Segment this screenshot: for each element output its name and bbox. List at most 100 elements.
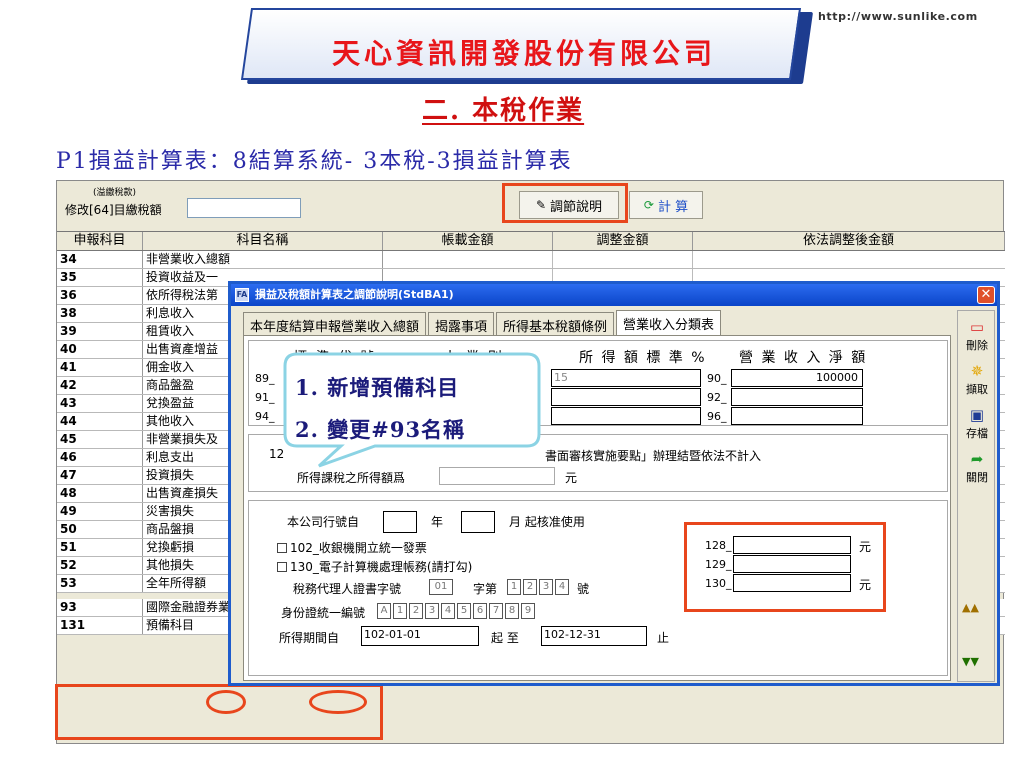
- row-code[interactable]: 34: [57, 251, 143, 268]
- change-callout: 1. 新增預備科目 2. 變更#93名稱: [283, 352, 541, 470]
- callout-line-1: 1. 新增預備科目: [295, 375, 460, 400]
- period-end-label: 止: [657, 631, 670, 645]
- period-from-field[interactable]: 102-01-01: [361, 626, 479, 646]
- exit-icon: ➦: [970, 450, 984, 468]
- code-89-label: 89_: [255, 372, 275, 385]
- period-to-field[interactable]: 102-12-31: [541, 626, 647, 646]
- row-code[interactable]: 42: [57, 377, 143, 394]
- row-code[interactable]: 51: [57, 539, 143, 556]
- net-revenue-field-3[interactable]: [731, 407, 863, 425]
- rate-field-2[interactable]: [551, 388, 701, 406]
- row-code[interactable]: 40: [57, 341, 143, 358]
- row-code[interactable]: 43: [57, 395, 143, 412]
- row-code[interactable]: 53: [57, 575, 143, 592]
- checkbox-102[interactable]: 102_收銀機開立統一發票: [277, 539, 427, 556]
- id-char-box[interactable]: 7: [489, 603, 503, 619]
- row-code[interactable]: 50: [57, 521, 143, 538]
- col-header-final-amount[interactable]: 依法調整後金額: [693, 232, 1005, 250]
- net-revenue-field-2[interactable]: [731, 388, 863, 406]
- company-banner: 天心資訊開發股份有限公司: [240, 8, 816, 86]
- g2-unit: 元: [565, 471, 578, 485]
- col-header-adjust-amount[interactable]: 調整金額: [553, 232, 693, 250]
- rate-field-1[interactable]: 15: [551, 369, 701, 387]
- id-char-box[interactable]: 6: [473, 603, 487, 619]
- id-char-box[interactable]: 5: [457, 603, 471, 619]
- row-code[interactable]: 131: [57, 617, 143, 634]
- id-char-box[interactable]: 9: [521, 603, 535, 619]
- close-icon[interactable]: ✕: [977, 286, 995, 304]
- delete-button[interactable]: ▭ 刪除: [960, 317, 994, 357]
- site-url: http://www.sunlike.com: [818, 10, 978, 23]
- agent-prefix-field[interactable]: 01: [429, 579, 453, 595]
- row-code[interactable]: 52: [57, 557, 143, 574]
- row-code[interactable]: 48: [57, 485, 143, 502]
- header-rate: 所 得 額 標 準 %: [579, 350, 707, 366]
- dialog-title: 損益及稅額計算表之調節說明(StdBA1): [255, 288, 454, 301]
- id-char-box[interactable]: 4: [441, 603, 455, 619]
- agent-label: 稅務代理人證書字號: [293, 582, 402, 596]
- fetch-button[interactable]: ✵ 擷取: [960, 361, 994, 401]
- nav-down-buttons[interactable]: ▼▼: [962, 655, 992, 673]
- delete-icon: ▭: [969, 318, 985, 336]
- id-char-box[interactable]: 3: [425, 603, 439, 619]
- col-header-book-amount[interactable]: 帳載金額: [383, 232, 553, 250]
- id-char-box[interactable]: 8: [505, 603, 519, 619]
- company-name: 天心資訊開發股份有限公司: [331, 37, 716, 70]
- agent-digit[interactable]: 4: [555, 579, 569, 595]
- row-book-amount[interactable]: [383, 251, 553, 268]
- period-label: 所得期間自: [279, 631, 340, 645]
- row-code[interactable]: 44: [57, 413, 143, 430]
- row-code[interactable]: 47: [57, 467, 143, 484]
- tab-revenue-classification[interactable]: 營業收入分類表: [616, 310, 722, 336]
- period-mid-label: 起 至: [491, 631, 519, 645]
- dialog-tabs: 本年度結算申報營業收入總額 揭露事項 所得基本稅額條例 營業收入分類表: [243, 310, 723, 336]
- g2-prefix: 12: [269, 447, 285, 461]
- tax-amount-input[interactable]: [187, 198, 301, 218]
- row-name[interactable]: 非營業收入總額: [143, 251, 383, 268]
- g2-label: 所得課稅之所得額爲: [297, 471, 406, 485]
- rate-field-3[interactable]: [551, 407, 701, 425]
- calculate-button[interactable]: ⟳ 計 算: [629, 191, 703, 219]
- net-revenue-field-1[interactable]: 100000: [731, 369, 863, 387]
- table-row[interactable]: 34 非營業收入總額: [57, 251, 1005, 269]
- row-adjust-amount[interactable]: [553, 251, 693, 268]
- row-code[interactable]: 39: [57, 323, 143, 340]
- id-char-box[interactable]: A: [377, 603, 391, 619]
- tab-revenue-total[interactable]: 本年度結算申報營業收入總額: [243, 312, 427, 336]
- row-code[interactable]: 49: [57, 503, 143, 520]
- month-field[interactable]: [461, 511, 495, 533]
- g2-text: 書面審核實施要點」辦理結暨依法不計入: [545, 449, 762, 463]
- agent-digit[interactable]: 1: [507, 579, 521, 595]
- year-field[interactable]: [383, 511, 417, 533]
- tab-basic-tax[interactable]: 所得基本稅額條例: [496, 312, 615, 336]
- save-button[interactable]: ▣ 存檔: [960, 405, 994, 445]
- row-code[interactable]: 46: [57, 449, 143, 466]
- company-period-label: 本公司行號自: [287, 515, 360, 529]
- row-code[interactable]: 35: [57, 269, 143, 286]
- row-final-amount[interactable]: [693, 251, 1005, 268]
- agent-digit[interactable]: 3: [539, 579, 553, 595]
- branch-oval: [309, 690, 367, 714]
- reconciliation-dialog: FA 損益及稅額計算表之調節說明(StdBA1) ✕ 本年度結算申報營業收入總額…: [228, 281, 1000, 686]
- row-code[interactable]: 36: [57, 287, 143, 304]
- id-char-box[interactable]: 2: [409, 603, 423, 619]
- agent-suffix: 號: [577, 582, 590, 596]
- securities-oval: [206, 690, 246, 714]
- row-code[interactable]: 38: [57, 305, 143, 322]
- id-char-box[interactable]: 1: [393, 603, 407, 619]
- close-button[interactable]: ➦ 關閉: [960, 449, 994, 489]
- code-96-label: 96_: [707, 410, 727, 423]
- row-code[interactable]: 93: [57, 599, 143, 616]
- month-label: 月 起核准使用: [509, 515, 585, 529]
- col-header-code[interactable]: 申報科目: [57, 232, 143, 250]
- row-code[interactable]: 45: [57, 431, 143, 448]
- checkbox-130[interactable]: 130_電子計算機處理帳務(請打勾): [277, 558, 472, 575]
- code-91-label: 91_: [255, 391, 275, 404]
- dialog-title-bar[interactable]: FA 損益及稅額計算表之調節說明(StdBA1) ✕: [231, 284, 997, 306]
- col-header-name[interactable]: 科目名稱: [143, 232, 383, 250]
- agent-digit[interactable]: 2: [523, 579, 537, 595]
- row-code[interactable]: 41: [57, 359, 143, 376]
- header-net-revenue: 營 業 收 入 淨 額: [739, 350, 868, 366]
- nav-up-buttons[interactable]: ▲▲: [962, 601, 992, 619]
- tab-disclosure[interactable]: 揭露事項: [428, 312, 495, 336]
